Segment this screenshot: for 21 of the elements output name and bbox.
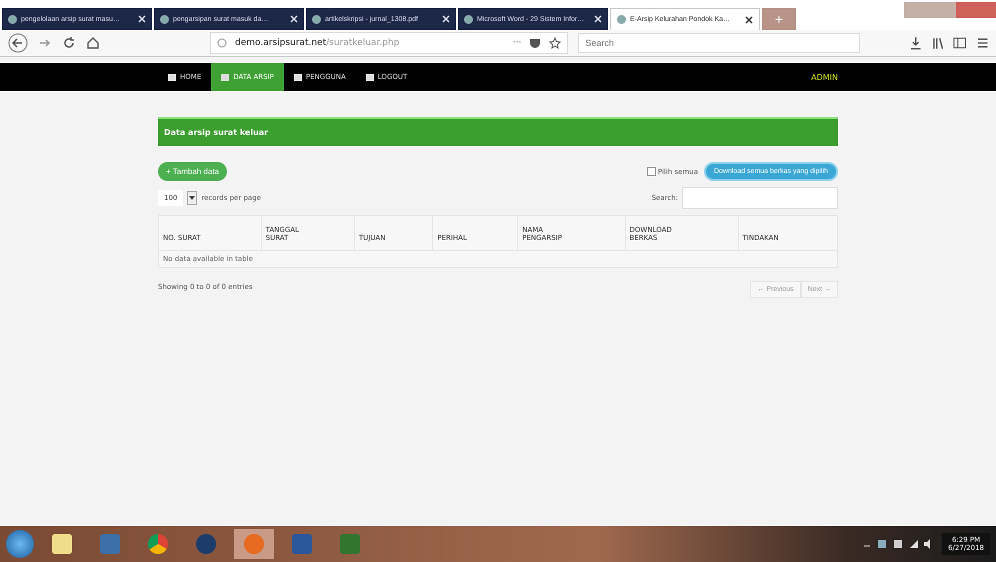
user-name: ADMIN bbox=[811, 72, 838, 82]
library-icon[interactable] bbox=[932, 36, 944, 50]
url-text: demo.arsipsurat.net/suratkeluar.php bbox=[235, 38, 400, 48]
start-button[interactable] bbox=[6, 530, 34, 558]
page-actions-button[interactable]: ··· bbox=[512, 38, 522, 48]
home-icon[interactable] bbox=[86, 36, 100, 50]
download-icon[interactable] bbox=[910, 36, 922, 50]
star-icon[interactable] bbox=[549, 37, 562, 49]
panel-header: Data arsip surat keluar bbox=[158, 117, 838, 146]
tray-icons-drawing bbox=[862, 538, 932, 550]
checkbox[interactable] bbox=[646, 167, 656, 176]
info-icon bbox=[217, 38, 227, 48]
dropdown-icon[interactable] bbox=[187, 191, 198, 205]
sidebar-icon[interactable] bbox=[953, 37, 967, 49]
menu-icon[interactable] bbox=[976, 37, 988, 49]
reload-icon[interactable] bbox=[62, 36, 76, 50]
table-search-field[interactable] bbox=[682, 187, 838, 209]
back-icon[interactable] bbox=[8, 33, 28, 53]
address-bar[interactable]: demo.arsipsurat.net/suratkeluar.php ··· bbox=[210, 32, 568, 54]
close-icon[interactable] bbox=[745, 16, 753, 24]
search-field[interactable]: Search bbox=[578, 33, 860, 53]
